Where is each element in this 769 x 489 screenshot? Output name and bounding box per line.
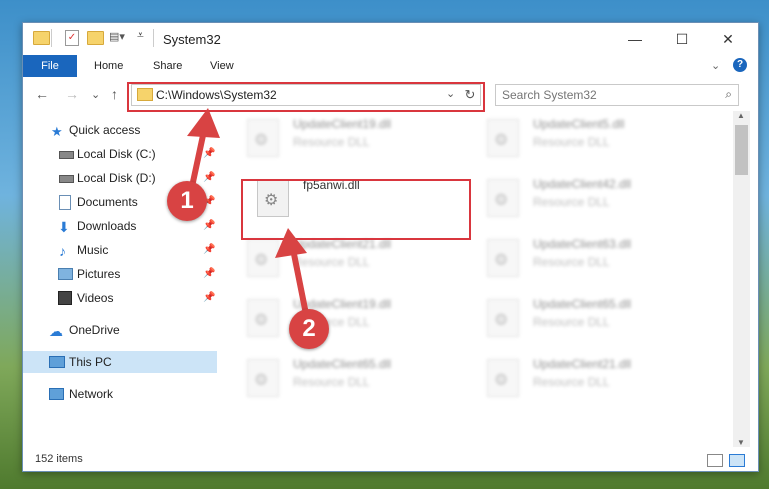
- arrow-head-1-outline: [187, 108, 220, 138]
- step-2-badge: 2: [289, 309, 329, 349]
- annotation-arrows: [187, 108, 311, 325]
- arrow-head-2: [275, 228, 307, 258]
- step-1-badge: 1: [167, 181, 207, 221]
